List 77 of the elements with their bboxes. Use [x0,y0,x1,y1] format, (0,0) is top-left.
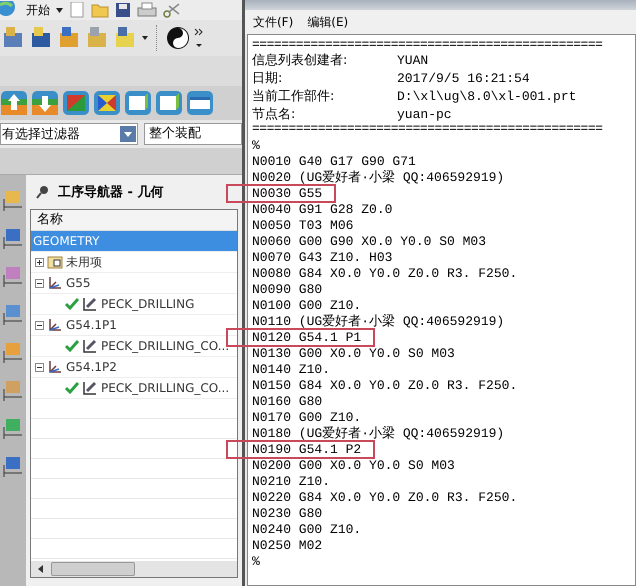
axes-icon [47,317,63,333]
field-label: 信息列表创建者: [252,52,348,69]
tree-item[interactable]: G54.1P1 [31,315,237,336]
code-line: N0140 Z10. [252,362,330,376]
collapse-icon[interactable] [35,278,44,288]
field-label: 日期: [252,70,284,87]
caret-icon[interactable] [142,36,148,40]
new-page-icon[interactable] [69,2,85,18]
disc-icon[interactable] [166,26,190,50]
code-line: N0050 T03 M06 [252,218,354,232]
menu-item[interactable]: 文件(F) [253,14,294,30]
check-icon [65,340,79,352]
field-label: 当前工作部件: [252,88,336,105]
code-line: N0060 G00 G90 X0.0 Y0.0 S0 M03 [252,234,486,248]
scroll-left-icon[interactable] [37,565,45,573]
code-line: N0090 G80 [252,282,322,296]
collapse-icon[interactable] [35,320,44,330]
code-line: N0100 G00 Z10. [252,298,362,312]
edit-icon [82,296,98,312]
code-line: % [252,554,260,568]
field-value: yuan-pc [397,106,452,122]
scope-field[interactable]: 整个装配 [144,123,242,145]
separator-line: ================================================ [252,123,604,135]
code-line: N0080 G84 X0.0 Y0.0 Z0.0 R3. F250. [252,266,518,280]
column-header[interactable]: 名称 [31,210,237,231]
scrollbar-thumb[interactable] [51,562,135,576]
start-menu[interactable]: 开始 [26,2,50,18]
edit-icon [82,380,98,396]
edit-icon [82,338,98,354]
dropdown-icon[interactable] [120,126,136,142]
tree-item[interactable]: PECK_DRILLING [31,294,237,315]
menu-item[interactable]: 编辑(E) [307,14,348,30]
filter-dropdown[interactable]: 有选择过滤器 [0,123,138,145]
code-line: N0160 G80 [252,394,322,408]
code-line: N0070 G43 Z10. H03 [252,250,392,264]
triangles-square-icon[interactable] [93,90,121,116]
axes-icon [47,359,63,375]
expand-icon[interactable] [35,258,44,266]
code-line: N0220 G84 X0.0 Y0.0 Z0.0 R3. F250. [252,490,518,504]
code-line: % [252,138,260,152]
scissors-icon[interactable] [163,2,181,18]
printer-icon[interactable] [137,2,157,18]
code-line: N0130 G00 X0.0 Y0.0 S0 M03 [252,346,455,360]
tree-item[interactable]: 未用项 [31,252,237,273]
check-icon [65,298,79,310]
box-icon[interactable] [155,90,183,116]
code-line: N0010 G40 G17 G90 G71 [252,154,416,168]
field-value: 2017/9/5 16:21:54 [397,70,530,86]
code-line: N0040 G91 G28 Z0.0 [252,202,392,216]
collapse-icon[interactable] [35,362,44,372]
code-line: N0230 G80 [252,506,322,520]
code-line: N0240 G00 Z10. [252,522,362,536]
code-line: N0210 Z10. [252,474,330,488]
code-line: N0200 G00 X0.0 Y0.0 S0 M03 [252,458,455,472]
code-line: N0110 (UG爱好者·小梁 QQ:406592919) [252,314,504,328]
separator-line: ================================================ [252,39,604,51]
navigator-title: 工序导航器 - 几何 [58,184,164,201]
field-value: D:\xl\ug\8.0\xl-001.prt [397,88,576,104]
save-icon[interactable] [115,2,131,18]
more-icon[interactable] [194,27,204,49]
code-line: N0150 G84 X0.0 Y0.0 Z0.0 R3. F250. [252,378,518,392]
diagonal-square-icon[interactable] [62,90,90,116]
code-line: N0020 (UG爱好者·小梁 QQ:406592919) [252,170,504,184]
axes-icon [47,275,63,291]
folder-icon [47,255,63,269]
tree-item[interactable]: PECK_DRILLING_CO... [31,336,237,357]
tree-item[interactable]: G55 [31,273,237,294]
box-icon[interactable] [124,90,152,116]
code-line: N0250 M02 [252,538,322,552]
field-value: YUAN [397,52,428,68]
field-label: 节点名: [252,106,296,123]
code-line: N0180 (UG爱好者·小梁 QQ:406592919) [252,426,504,440]
code-line: N0170 G00 Z10. [252,410,362,424]
check-icon [65,382,79,394]
caret-icon[interactable] [56,8,63,12]
window-icon[interactable] [186,90,214,116]
tree-item[interactable]: G54.1P2 [31,357,237,378]
